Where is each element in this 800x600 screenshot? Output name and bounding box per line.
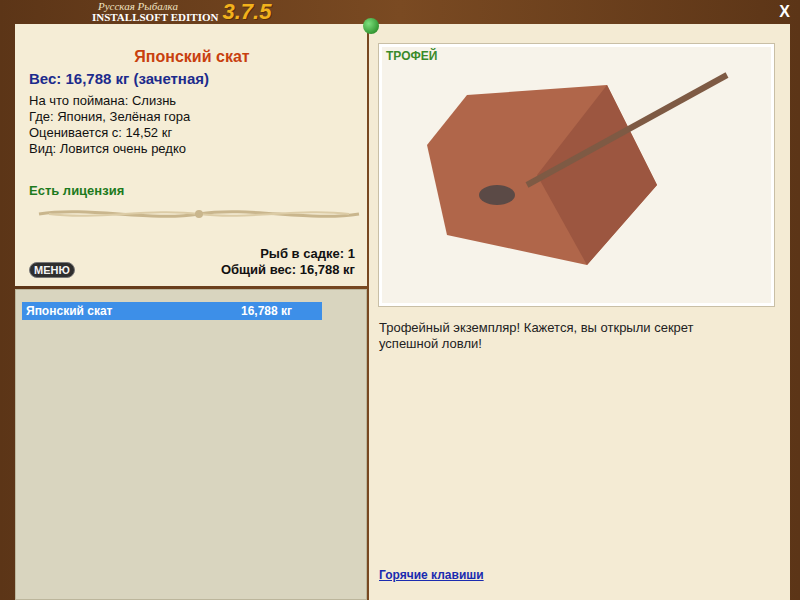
pin-icon <box>363 18 379 34</box>
trophy-panel: ТРОФЕЙ Трофейный экземпляр! Кажется, вы о… <box>369 24 790 600</box>
hotkeys-link[interactable]: Горячие клавиши <box>379 568 774 582</box>
close-button[interactable]: X <box>775 3 794 21</box>
trophy-message: Трофейный экземпляр! Кажется, вы открыли… <box>379 320 774 352</box>
fish-detail: Оценивается с: 14,52 кг <box>29 125 355 141</box>
menu-button[interactable]: МЕНЮ <box>29 262 75 278</box>
fish-name: Японский скат <box>29 48 355 66</box>
ornament-divider-icon <box>29 202 369 226</box>
game-window: Русская РыбалкаINSTALLSOFT EDITION3.7.5 X… <box>0 0 800 600</box>
fish-detail: Где: Япония, Зелёная гора <box>29 109 355 125</box>
catch-row[interactable]: Японский скат16,788 кг <box>22 302 322 320</box>
fish-weight: Вес: 16,788 кг (зачетная) <box>29 70 355 87</box>
fish-detail: Вид: Ловится очень редко <box>29 141 355 157</box>
trophy-badge: ТРОФЕЙ <box>386 49 437 63</box>
stingray-icon <box>407 65 747 285</box>
fish-photo: ТРОФЕЙ <box>379 44 774 306</box>
fish-info-panel: Японский скат Вес: 16,788 кг (зачетная) На… <box>15 24 367 286</box>
keepnet-summary: Рыб в садке: 1Общий вес: 16,788 кг <box>221 246 355 278</box>
title-bar: Русская РыбалкаINSTALLSOFT EDITION3.7.5 X <box>0 0 800 24</box>
game-logo: Русская РыбалкаINSTALLSOFT EDITION3.7.5 <box>92 1 271 23</box>
license-status: Есть лицензия <box>29 183 355 198</box>
fish-detail: На что поймана: Слизнь <box>29 93 355 109</box>
catch-list: Японский скат16,788 кг <box>15 289 367 600</box>
